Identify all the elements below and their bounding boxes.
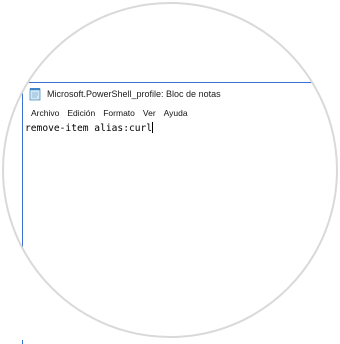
window-title: Microsoft.PowerShell_profile: Bloc de no… [47, 89, 221, 99]
text-caret [152, 122, 154, 133]
menu-item-ayuda[interactable]: Ayuda [160, 108, 192, 118]
menu-item-formato[interactable]: Formato [99, 108, 139, 118]
notepad-window: Microsoft.PowerShell_profile: Bloc de no… [22, 82, 340, 344]
editor-text: remove-item alias:curl [25, 123, 153, 134]
screenshot-stage: Microsoft.PowerShell_profile: Bloc de no… [0, 0, 340, 344]
menu-item-archivo[interactable]: Archivo [27, 108, 63, 118]
notepad-icon [29, 87, 41, 101]
menu-item-edicion[interactable]: Edición [63, 108, 99, 118]
menu-item-ver[interactable]: Ver [139, 108, 160, 118]
menu-bar: Archivo Edición Formato Ver Ayuda [23, 105, 340, 121]
title-bar[interactable]: Microsoft.PowerShell_profile: Bloc de no… [23, 83, 340, 105]
text-editor-area[interactable]: remove-item alias:curl [25, 122, 340, 344]
